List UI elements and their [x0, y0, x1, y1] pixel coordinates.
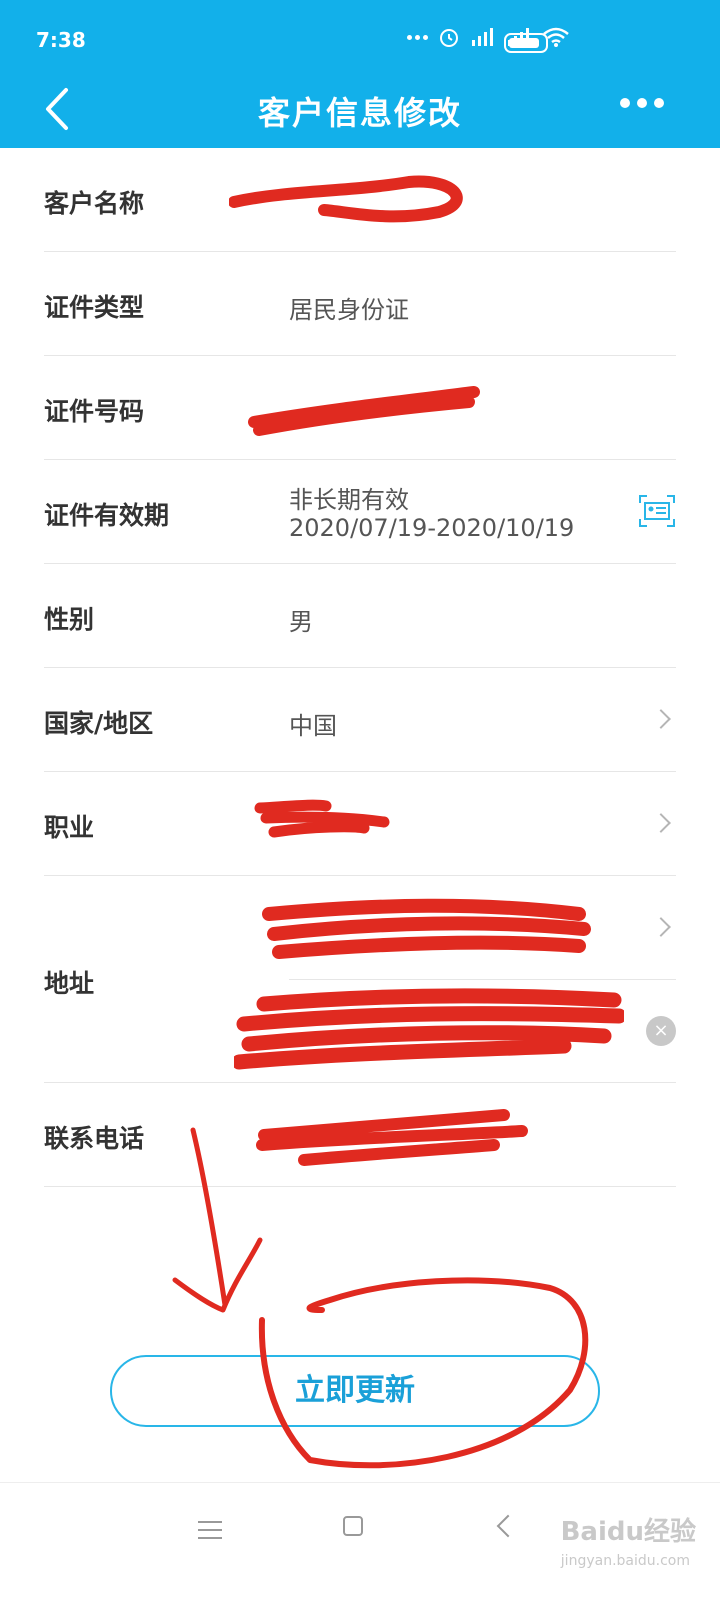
id-scan-icon[interactable] [638, 494, 676, 528]
menu-icon[interactable] [198, 1521, 222, 1545]
clear-input-icon[interactable]: × [646, 1016, 676, 1046]
id-type-label: 证件类型 [44, 293, 145, 322]
id-type-value: 居民身份证 [289, 296, 409, 324]
id-number-row: 证件号码 [44, 356, 676, 460]
country-value: 中国 [289, 712, 337, 740]
occupation-label: 职业 [44, 813, 95, 842]
watermark-logo: Baidu经验 [560, 1517, 696, 1547]
chevron-right-icon [651, 709, 671, 729]
country-row[interactable]: 国家/地区 中国 [44, 668, 676, 772]
id-type-row: 证件类型 居民身份证 [44, 252, 676, 356]
gender-label: 性别 [44, 605, 95, 634]
phone-label: 联系电话 [44, 1124, 145, 1153]
id-validity-row: 证件有效期 非长期有效 2020/07/19-2020/10/19 [44, 460, 676, 564]
gender-row: 性别 男 [44, 564, 676, 668]
more-options-icon[interactable] [620, 98, 664, 108]
redaction-scribble [229, 175, 463, 223]
redaction-scribble [256, 1109, 528, 1166]
battery-icon [504, 33, 548, 53]
phone-row: 联系电话 [44, 1083, 676, 1187]
system-nav-bar: Baidu经验 jingyan.baidu.com [0, 1482, 720, 1600]
redaction-scribble [254, 799, 390, 838]
address-row[interactable]: 地址 × [44, 876, 676, 1083]
gender-value: 男 [289, 608, 313, 636]
customer-name-row: 客户名称 [44, 148, 676, 252]
chevron-right-icon [651, 917, 671, 937]
customer-info-form: 客户名称 证件类型 居民身份证 证件号码 证件有效期 非长期有效 2020/07… [44, 148, 676, 1187]
status-bar: 7:38 [0, 0, 720, 70]
alarm-icon [440, 29, 458, 47]
home-icon[interactable] [343, 1516, 363, 1536]
address-label: 地址 [44, 969, 95, 998]
country-label: 国家/地区 [44, 709, 154, 738]
address-divider [289, 979, 676, 980]
customer-name-label: 客户名称 [44, 189, 145, 218]
status-time: 7:38 [36, 28, 86, 52]
system-back-icon[interactable] [496, 1514, 520, 1538]
watermark-domain: jingyan.baidu.com [560, 1553, 690, 1569]
id-number-label: 证件号码 [44, 397, 145, 426]
notification-dots-icon [407, 34, 428, 40]
occupation-row[interactable]: 职业 [44, 772, 676, 876]
redaction-scribble [234, 988, 624, 1070]
id-validity-type: 非长期有效 [289, 486, 409, 514]
signal-hd-icon [472, 28, 493, 46]
redaction-scribble [248, 386, 480, 436]
redaction-scribble [262, 898, 591, 959]
chevron-right-icon [651, 813, 671, 833]
page-title: 客户信息修改 [257, 94, 462, 132]
id-validity-range: 2020/07/19-2020/10/19 [289, 514, 575, 542]
id-validity-label: 证件有效期 [44, 501, 170, 530]
nav-bar: 客户信息修改 [0, 70, 720, 148]
annotation-circle [258, 1277, 589, 1469]
